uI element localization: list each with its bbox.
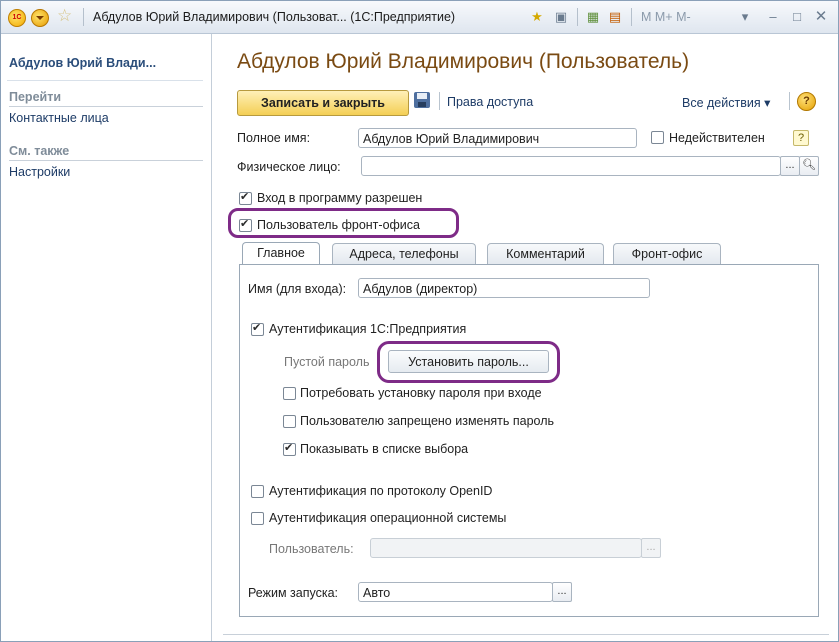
auth-1c-checkbox[interactable] xyxy=(251,321,264,336)
title-bar: 1С ☆ Абдулов Юрий Владимирович (Пользова… xyxy=(1,1,838,34)
tab-comment[interactable]: Комментарий xyxy=(487,243,604,264)
require-password-label: Потребовать установку пароля при входе xyxy=(300,386,542,400)
launch-mode-label: Режим запуска: xyxy=(248,586,338,600)
nav-link-settings[interactable]: Настройки xyxy=(9,165,70,179)
minimize-icon[interactable]: – xyxy=(765,9,781,25)
nav-divider xyxy=(9,160,203,161)
title-separator xyxy=(631,8,632,26)
maximize-icon[interactable]: □ xyxy=(789,9,805,25)
info-hint-icon[interactable]: ? xyxy=(793,130,809,146)
nav-section-goto: Перейти xyxy=(9,90,62,104)
tab-addresses[interactable]: Адреса, телефоны xyxy=(332,243,476,264)
title-separator xyxy=(83,8,84,26)
favorites-star-icon[interactable]: ☆ xyxy=(57,7,72,25)
highlight-set-password xyxy=(377,341,560,383)
empty-password-label: Пустой пароль xyxy=(284,355,370,369)
openid-label: Аутентификация по протоколу OpenID xyxy=(269,484,493,498)
full-name-label: Полное имя: xyxy=(237,131,311,145)
link-icon[interactable]: ▣ xyxy=(553,9,569,25)
full-name-input[interactable]: Абдулов Юрий Владимирович xyxy=(358,128,637,148)
require-password-checkbox[interactable] xyxy=(283,387,296,400)
person-label: Физическое лицо: xyxy=(237,160,341,174)
forbid-change-password-label: Пользователю запрещено изменять пароль xyxy=(300,414,555,428)
memory-buttons[interactable]: M M+ M- xyxy=(641,10,691,24)
choose-button[interactable]: ... xyxy=(780,156,800,176)
auth-1c-label: Аутентификация 1С:Предприятия xyxy=(269,322,467,336)
highlight-front-office xyxy=(228,208,459,238)
save-icon[interactable] xyxy=(414,92,430,108)
os-user-input xyxy=(370,538,642,558)
app-window: 1С ☆ Абдулов Юрий Владимирович (Пользова… xyxy=(0,0,839,642)
person-input[interactable] xyxy=(361,156,781,176)
forbid-change-password-checkbox[interactable] xyxy=(283,415,296,428)
show-in-list-label: Показывать в списке выбора xyxy=(300,442,469,456)
show-in-list-checkbox[interactable] xyxy=(283,441,296,456)
window-title: Абдулов Юрий Владимирович (Пользоват... … xyxy=(93,10,456,24)
calculator-icon[interactable]: ▦ xyxy=(585,9,601,25)
nav-divider xyxy=(7,80,203,81)
add-favorite-icon[interactable]: ★ xyxy=(529,9,545,25)
launch-mode-input[interactable]: Авто xyxy=(358,582,553,602)
login-allowed-label: Вход в программу разрешен xyxy=(257,191,423,205)
close-icon[interactable]: ✕ xyxy=(813,9,829,25)
tab-front-office[interactable]: Фронт-офис xyxy=(613,243,721,264)
bottom-divider xyxy=(223,634,829,635)
login-name-label: Имя (для входа): xyxy=(248,282,347,296)
all-actions-menu[interactable]: Все действия ▾ xyxy=(682,95,770,110)
nav-section-see-also: См. также xyxy=(9,144,70,158)
invalid-checkbox[interactable] xyxy=(651,131,664,144)
page-title: Абдулов Юрий Владимирович (Пользователь) xyxy=(237,50,690,73)
calendar-icon[interactable]: ▤ xyxy=(607,9,623,25)
help-icon[interactable]: ? xyxy=(797,92,816,111)
1c-logo-icon[interactable]: 1С xyxy=(8,9,26,27)
openid-checkbox[interactable] xyxy=(251,485,264,498)
search-icon[interactable]: 🔍︎ xyxy=(799,156,819,176)
login-name-input[interactable]: Абдулов (директор) xyxy=(358,278,650,298)
save-and-close-button[interactable]: Записать и закрыть xyxy=(237,90,409,116)
tab-main[interactable]: Главное xyxy=(242,242,320,265)
launch-mode-choose-button[interactable]: ... xyxy=(552,582,572,602)
navigation-panel: Абдулов Юрий Влади... Перейти Контактные… xyxy=(1,34,212,641)
nav-divider xyxy=(9,106,203,107)
nav-panel-title: Абдулов Юрий Влади... xyxy=(9,56,157,70)
toolbar-separator xyxy=(439,92,440,110)
tab-panel-main xyxy=(239,264,819,617)
login-allowed-checkbox[interactable] xyxy=(239,190,252,205)
nav-link-contacts[interactable]: Контактные лица xyxy=(9,111,109,125)
title-separator xyxy=(577,8,578,26)
toolbar-separator xyxy=(789,92,790,110)
main-menu-icon[interactable] xyxy=(31,9,49,27)
access-rights-link[interactable]: Права доступа xyxy=(447,95,533,109)
os-auth-checkbox[interactable] xyxy=(251,512,264,525)
os-auth-label: Аутентификация операционной системы xyxy=(269,511,507,525)
dropdown-chevron-icon[interactable]: ▾ xyxy=(737,9,753,25)
os-user-choose-button: ... xyxy=(641,538,661,558)
invalid-label: Недействителен xyxy=(669,131,765,145)
os-user-label: Пользователь: xyxy=(269,542,354,556)
